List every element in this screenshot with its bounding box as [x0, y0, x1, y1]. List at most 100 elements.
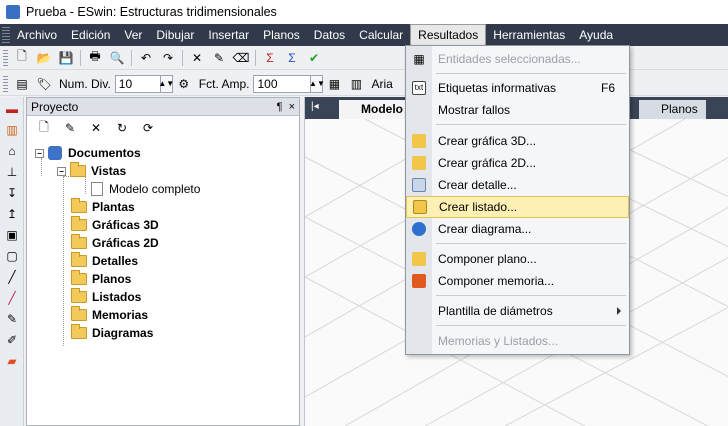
collapse-icon[interactable]: − — [35, 148, 44, 158]
menu-ver[interactable]: Ver — [117, 24, 149, 46]
num-div-spinner[interactable]: ▲▼ — [158, 74, 174, 93]
open-folder-icon[interactable]: 📂 — [35, 49, 53, 67]
menu-bar: Archivo Edición Ver Dibujar Insertar Pla… — [0, 24, 728, 46]
new-item-icon[interactable]: 🗋 — [35, 119, 53, 137]
edit-item-icon[interactable]: ✎ — [61, 119, 79, 137]
app-icon — [6, 5, 20, 19]
menu-archivo[interactable]: Archivo — [10, 24, 64, 46]
tree-item-memorias[interactable]: Memorias — [71, 306, 148, 324]
menu-item-etiquetas-informativas[interactable]: txt Etiquetas informativas F6 — [406, 77, 629, 99]
settings-icon[interactable]: ⚙ — [175, 75, 193, 93]
tree-item-diagramas[interactable]: Diagramas — [71, 324, 153, 342]
draw-toolbar: ▬ ▥ ⌂ ⊥ ↧ ↥ ▣ ▢ ╱ ╱ ✎ ✐ ▰ — [0, 97, 24, 426]
load-icon[interactable]: ↧ — [3, 184, 21, 202]
load2-icon[interactable]: ↥ — [3, 205, 21, 223]
menu-item-entidades-seleccionadas[interactable]: ▦ Entidades seleccionadas... — [406, 48, 629, 70]
fct-amp-label: Fct. Amp. — [198, 76, 250, 91]
menu-item-componer-plano[interactable]: Componer plano... — [406, 248, 629, 270]
undo-icon[interactable]: ↶ — [137, 49, 155, 67]
menu-herramientas[interactable]: Herramientas — [486, 24, 572, 46]
new-document-icon[interactable]: 🗋 — [13, 49, 31, 67]
delete-icon[interactable]: ✕ — [188, 49, 206, 67]
font-name-field[interactable]: Aria — [371, 77, 392, 91]
menu-edicion[interactable]: Edición — [64, 24, 117, 46]
eraser2-icon[interactable]: ▰ — [3, 352, 21, 370]
edit-icon[interactable]: ✎ — [210, 49, 228, 67]
menu-item-crear-diagrama[interactable]: Crear diagrama... — [406, 218, 629, 240]
tree-item-listados[interactable]: Listados — [71, 288, 141, 306]
report-icon — [412, 274, 426, 288]
section-icon[interactable]: ▣ — [3, 226, 21, 244]
pin-icon[interactable]: ¶ — [277, 101, 283, 113]
menu-insertar[interactable]: Insertar — [201, 24, 256, 46]
tab-modelo[interactable]: Modelo — [339, 100, 411, 119]
menu-resultados[interactable]: Resultados — [410, 24, 487, 46]
folder-icon — [71, 198, 87, 213]
toolbar-separator — [80, 49, 81, 66]
redo-icon[interactable]: ↷ — [159, 49, 177, 67]
folder-open-icon — [70, 162, 86, 177]
brush-icon[interactable]: ✐ — [3, 331, 21, 349]
menu-ayuda[interactable]: Ayuda — [572, 24, 620, 46]
tree-item-detalles[interactable]: Detalles — [71, 252, 138, 270]
delete-item-icon[interactable]: ✕ — [87, 119, 105, 137]
support-icon[interactable]: ⊥ — [3, 163, 21, 181]
eraser-icon[interactable]: ⌫ — [232, 49, 250, 67]
submenu-arrow-icon — [617, 307, 621, 315]
menu-item-plantilla-diametros[interactable]: Plantilla de diámetros — [406, 300, 629, 322]
tab-planos[interactable]: Planos — [639, 100, 706, 119]
menu-item-mostrar-fallos[interactable]: Mostrar fallos — [406, 99, 629, 121]
tab-scroll-left-icon[interactable]: |◂ — [311, 101, 319, 112]
menu-item-memorias-listados[interactable]: Memorias y Listados... — [406, 330, 629, 352]
database-icon — [48, 146, 62, 160]
label-icon[interactable]: 🏷 — [35, 75, 53, 93]
check-icon[interactable]: ✔ — [305, 49, 323, 67]
print-icon[interactable]: 🖶 — [86, 49, 104, 67]
fct-amp-input[interactable] — [253, 74, 312, 93]
grid-icon[interactable]: ▦ — [325, 75, 343, 93]
menu-item-componer-memoria[interactable]: Componer memoria... — [406, 270, 629, 292]
refresh-icon[interactable]: ↻ — [113, 119, 131, 137]
menu-calcular[interactable]: Calcular — [352, 24, 410, 46]
collapse-icon[interactable]: − — [57, 166, 66, 176]
toolbar-grip[interactable] — [3, 75, 8, 92]
sum-icon[interactable]: Σ — [261, 49, 279, 67]
layout-icon[interactable]: ▤ — [13, 75, 31, 93]
pencil-icon[interactable]: ✎ — [3, 310, 21, 328]
save-icon[interactable]: 💾 — [57, 49, 75, 67]
print-preview-icon[interactable]: 🔍 — [108, 49, 126, 67]
menu-item-crear-grafica-3d[interactable]: Crear gráfica 3D... — [406, 130, 629, 152]
menu-item-crear-detalle[interactable]: Crear detalle... — [406, 174, 629, 196]
tree-item-documentos[interactable]: − Documentos — [35, 144, 141, 162]
menu-planos[interactable]: Planos — [256, 24, 307, 46]
wall-icon[interactable]: ▥ — [3, 121, 21, 139]
window-title: Prueba - ESwin: Estructuras tridimension… — [26, 5, 277, 19]
tree-item-modelo-completo[interactable]: Modelo completo — [91, 180, 200, 198]
graph-3d-icon — [412, 134, 426, 148]
chart-icon[interactable]: ▥ — [347, 75, 365, 93]
menu-dibujar[interactable]: Dibujar — [149, 24, 201, 46]
tree-item-graficas-2d[interactable]: Gráficas 2D — [71, 234, 159, 252]
beam-icon[interactable]: ▬ — [3, 100, 21, 118]
menu-item-crear-grafica-2d[interactable]: Crear gráfica 2D... — [406, 152, 629, 174]
menubar-grip[interactable] — [2, 27, 10, 43]
panel-toolbar: 🗋 ✎ ✕ ↻ ⟳ — [27, 116, 299, 140]
menu-item-crear-listado[interactable]: Crear listado... — [406, 196, 629, 218]
tree-item-plantas[interactable]: Plantas — [71, 198, 135, 216]
toolbar-separator — [131, 49, 132, 66]
fct-amp-spinner[interactable]: ▲▼ — [309, 74, 325, 93]
line-red-icon[interactable]: ╱ — [3, 289, 21, 307]
section2-icon[interactable]: ▢ — [3, 247, 21, 265]
toolbar-grip[interactable] — [3, 49, 8, 66]
refresh-all-icon[interactable]: ⟳ — [139, 119, 157, 137]
line-icon[interactable]: ╱ — [3, 268, 21, 286]
node-icon[interactable]: ⌂ — [3, 142, 21, 160]
num-div-input[interactable] — [114, 74, 161, 93]
close-icon[interactable]: × — [289, 101, 295, 113]
sum-blue-icon[interactable]: Σ — [283, 49, 301, 67]
tree-item-vistas[interactable]: − Vistas — [57, 162, 126, 180]
menu-datos[interactable]: Datos — [307, 24, 352, 46]
tree-item-planos[interactable]: Planos — [71, 270, 131, 288]
detail-icon — [412, 178, 426, 192]
tree-item-graficas-3d[interactable]: Gráficas 3D — [71, 216, 159, 234]
